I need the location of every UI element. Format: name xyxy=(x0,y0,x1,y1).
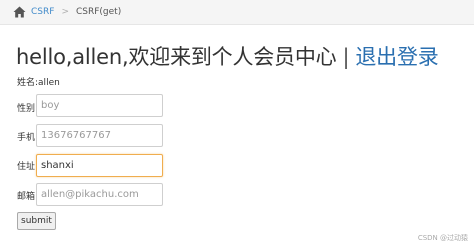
address-field[interactable] xyxy=(36,154,163,177)
watermark: CSDN @过动猿 xyxy=(417,234,468,242)
submit-button[interactable]: submit xyxy=(17,212,56,230)
address-label: 住址: xyxy=(17,162,39,172)
page-title: hello,allen,欢迎来到个人会员中心 | 退出登录 xyxy=(16,42,439,72)
sex-label: 性别: xyxy=(17,104,39,114)
email-field[interactable] xyxy=(36,183,163,206)
logout-link[interactable]: 退出登录 xyxy=(355,45,438,69)
name-value: allen xyxy=(38,78,60,88)
page: CSRF > CSRF(get) hello,allen,欢迎来到个人会员中心 |… xyxy=(0,0,474,248)
breadcrumb-current: CSRF(get) xyxy=(75,7,122,17)
breadcrumb: CSRF > CSRF(get) xyxy=(0,0,474,25)
home-icon[interactable] xyxy=(13,6,26,18)
breadcrumb-link-csrf[interactable]: CSRF xyxy=(31,7,54,17)
phone-field[interactable] xyxy=(36,124,163,147)
email-label: 邮箱: xyxy=(17,192,39,202)
phone-label: 手机: xyxy=(17,133,39,143)
breadcrumb-separator: > xyxy=(61,7,69,17)
welcome-text: hello,allen,欢迎来到个人会员中心 xyxy=(16,45,337,69)
name-row: 姓名:allen xyxy=(17,75,60,88)
sex-field[interactable] xyxy=(36,94,163,117)
name-label: 姓名: xyxy=(17,78,39,88)
title-separator: | xyxy=(342,45,350,69)
